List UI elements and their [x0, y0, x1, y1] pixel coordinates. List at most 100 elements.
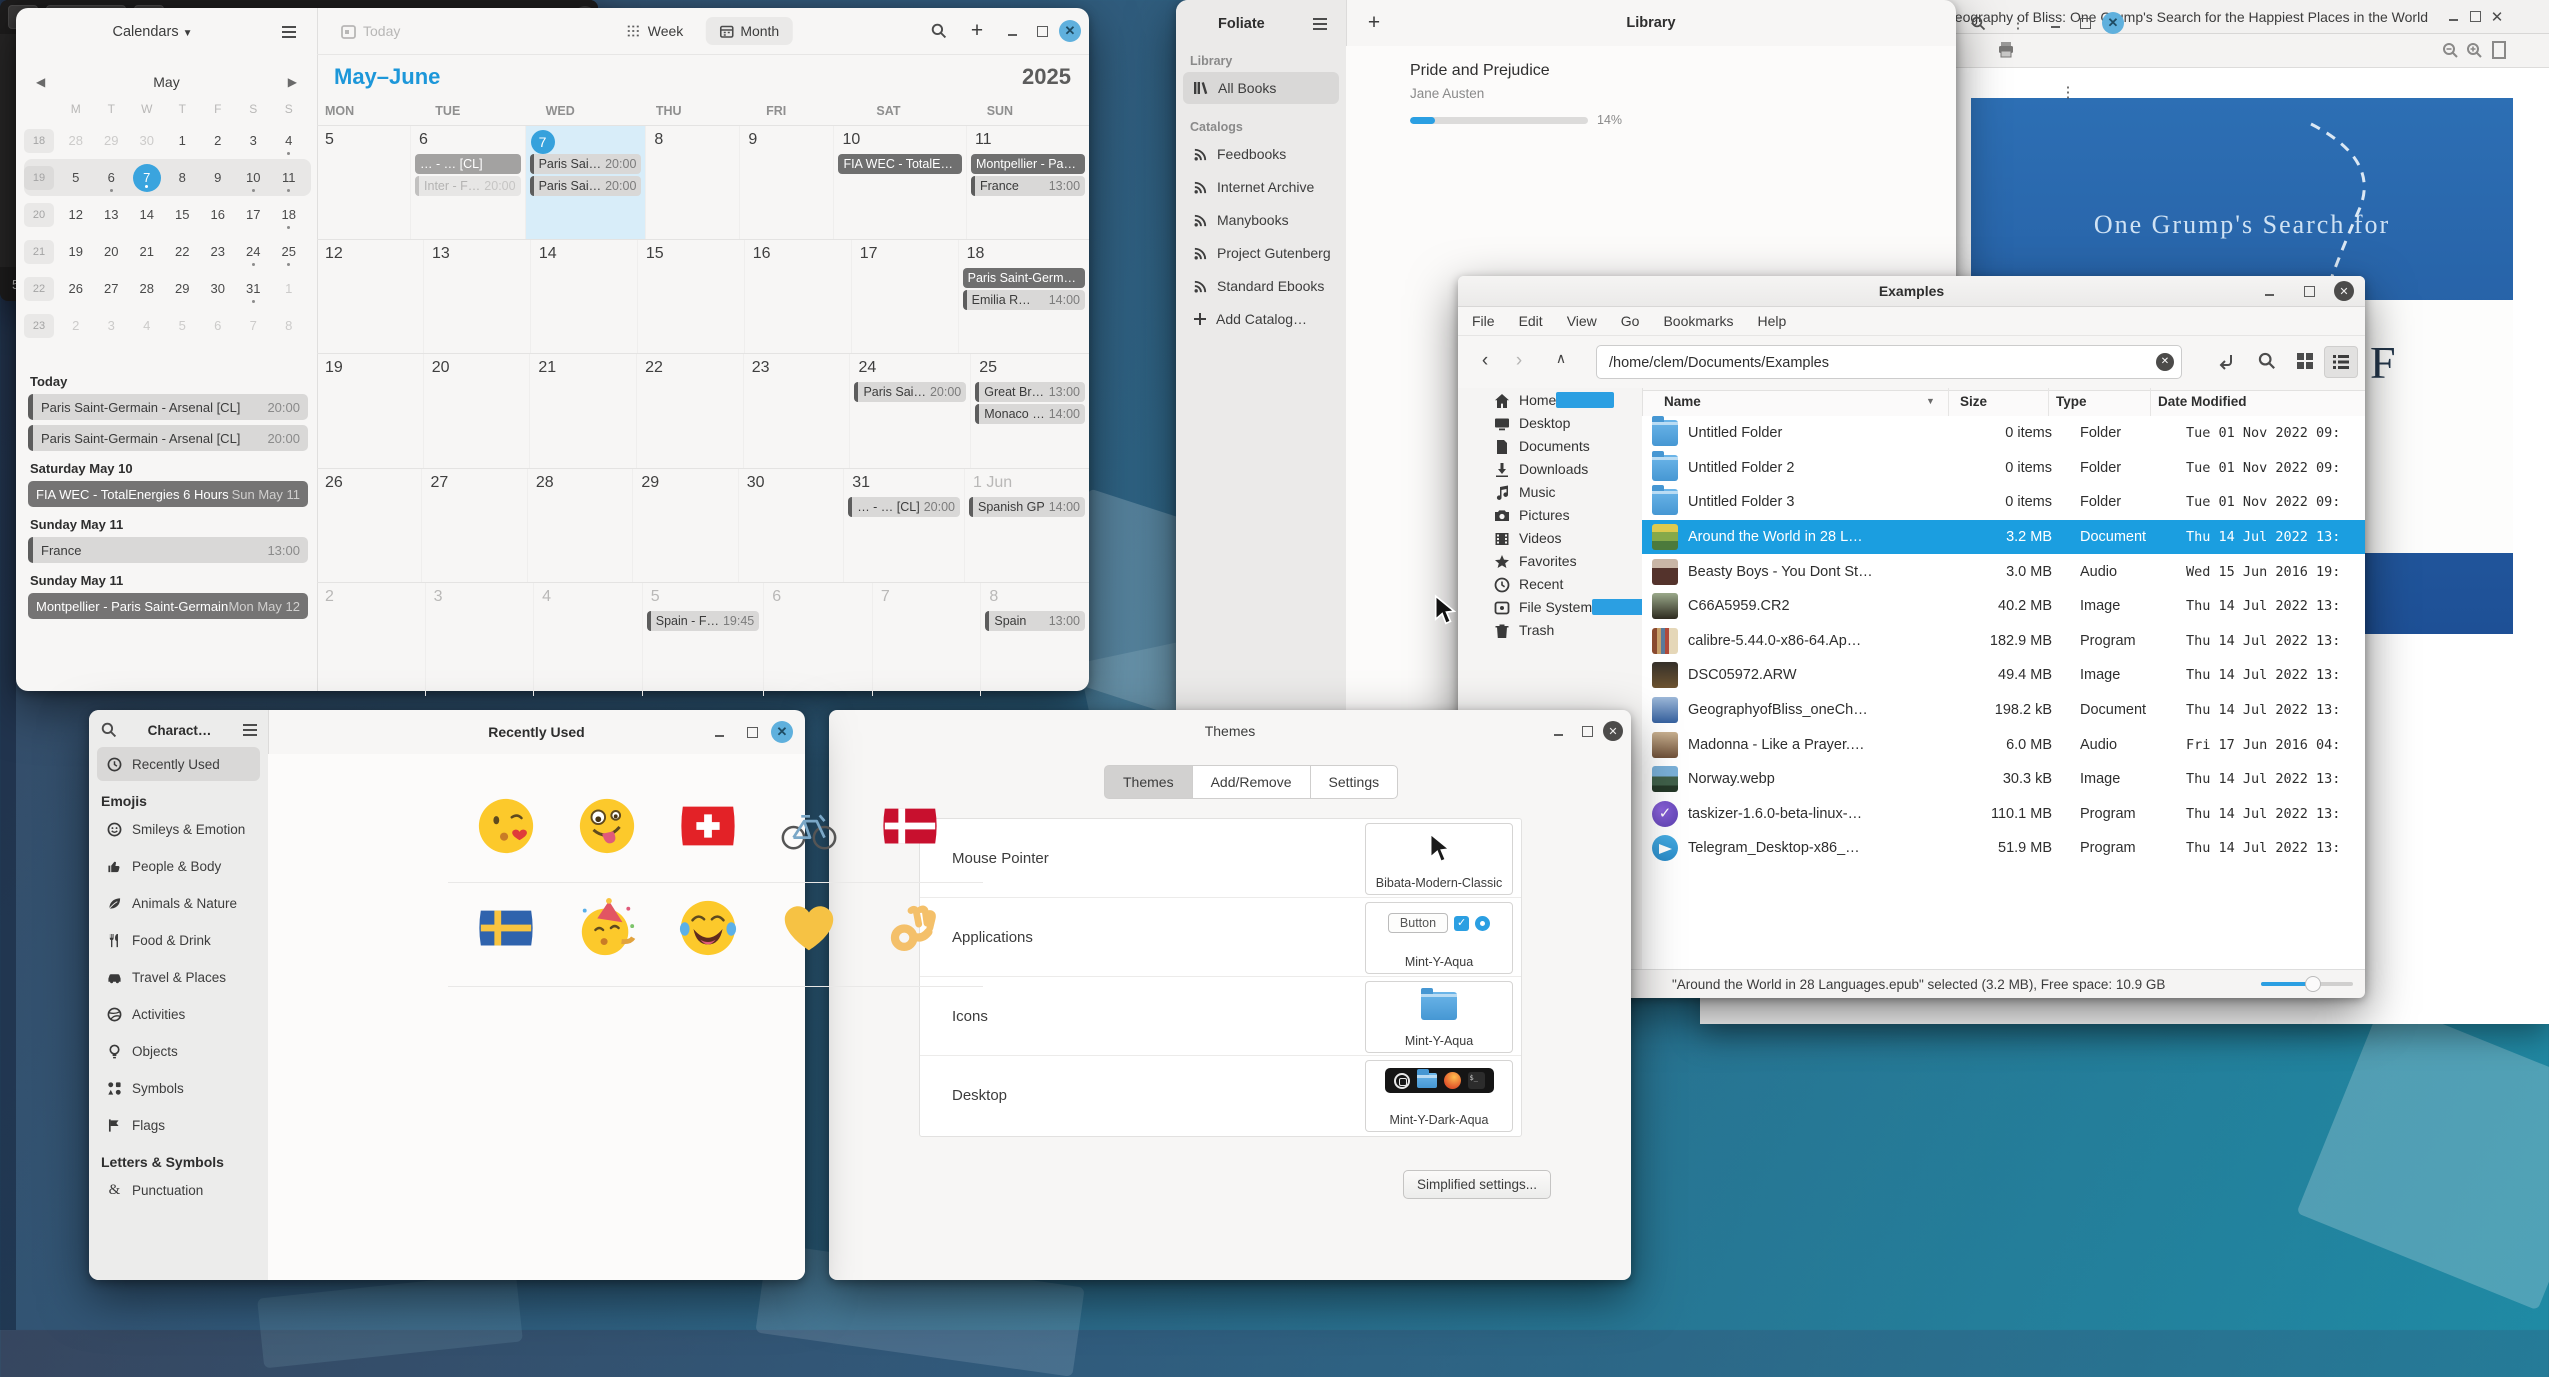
mini-day[interactable]: 6	[94, 159, 130, 196]
sidebar-item-travel[interactable]: Travel & Places	[97, 960, 260, 994]
calendar-day-cell[interactable]: 13	[424, 240, 531, 353]
mini-day[interactable]: 26	[58, 270, 94, 307]
menu-item[interactable]: Go	[1621, 313, 1640, 329]
search-icon[interactable]	[101, 722, 117, 738]
sidebar-item-food[interactable]: Food & Drink	[97, 923, 260, 957]
calendar-day-cell[interactable]: 8 Spain13:00	[981, 583, 1089, 696]
desktop-theme-button[interactable]: $_ Mint-Y-Dark-Aqua	[1365, 1060, 1513, 1132]
calendar-day-cell[interactable]: 12	[317, 240, 424, 353]
sidebar-item-all-books[interactable]: All Books	[1183, 72, 1339, 104]
mini-day[interactable]: 5	[165, 307, 201, 344]
calendar-day-cell[interactable]: 16	[745, 240, 852, 353]
sidebar-item-people[interactable]: People & Body	[97, 849, 260, 883]
mini-day[interactable]: 31	[236, 270, 272, 307]
calendar-day-cell[interactable]: 22	[637, 354, 744, 467]
new-event-button[interactable]: +	[963, 17, 991, 45]
foliate-maximize-button[interactable]	[2074, 12, 2096, 34]
icons-theme-button[interactable]: Mint-Y-Aqua	[1365, 981, 1513, 1053]
sidebar-item-objects[interactable]: Objects	[97, 1034, 260, 1068]
book-entry[interactable]: Pride and Prejudice Jane Austen 14%	[1410, 62, 1622, 127]
calendar-day-cell[interactable]: 5	[317, 126, 411, 239]
xreader-minimize-button[interactable]	[2442, 6, 2464, 28]
emoji-zany-face[interactable]	[565, 782, 649, 870]
file-row[interactable]: calibre-5.44.0-x86-64.Ap… 182.9 MB Progr…	[1642, 624, 2365, 659]
forward-button[interactable]: ›	[1504, 350, 1534, 372]
mini-day[interactable]: 7	[129, 159, 165, 196]
foliate-close-button[interactable]: ✕	[2102, 12, 2124, 34]
calendar-day-cell[interactable]: 3	[426, 583, 535, 696]
themes-titlebar[interactable]: Themes ✕	[829, 710, 1631, 752]
calendar-day-cell[interactable]: 11 Montpellier - Pa… France13:00	[967, 126, 1089, 239]
sidebar-item-home[interactable]: Home	[1458, 388, 1642, 411]
calendar-day-cell[interactable]: 21	[530, 354, 637, 467]
mini-day[interactable]: 30	[200, 270, 236, 307]
calendar-event[interactable]: France13:00	[971, 176, 1085, 196]
menu-item[interactable]: Help	[1758, 313, 1787, 329]
characters-headerbar[interactable]: Recently Used ✕	[268, 710, 805, 754]
mini-day[interactable]: 3	[236, 122, 272, 159]
file-row[interactable]: C66A5959.CR2 40.2 MB Image Thu 14 Jul 20…	[1642, 589, 2365, 624]
mini-day[interactable]: 18	[24, 129, 54, 153]
mini-day[interactable]: 9	[200, 159, 236, 196]
calendar-event[interactable]: FIA WEC - TotalE…	[838, 154, 962, 174]
mini-day[interactable]: 16	[200, 196, 236, 233]
sidebar-item-documents[interactable]: Documents	[1458, 434, 1642, 457]
mini-day[interactable]: 14	[129, 196, 165, 233]
calendar-event[interactable]: Paris Sai…20:00	[854, 382, 966, 402]
search-icon[interactable]	[2258, 352, 2276, 370]
sidebar-item-symbols[interactable]: Symbols	[97, 1071, 260, 1105]
sidebar-item-pictures[interactable]: Pictures	[1458, 503, 1642, 526]
emoji-flag-denmark[interactable]	[868, 782, 952, 870]
calendar-day-cell[interactable]: 6	[764, 583, 873, 696]
grid-view-icon[interactable]	[2296, 352, 2314, 370]
emoji-ok-hand[interactable]	[868, 884, 952, 972]
mini-day[interactable]: 21	[129, 233, 165, 270]
simplified-settings-button[interactable]: Simplified settings...	[1403, 1170, 1551, 1199]
agenda-event[interactable]: Paris Saint-Germain - Arsenal [CL]20:00	[28, 394, 308, 420]
file-row[interactable]: Untitled Folder 3 0 items Folder Tue 01 …	[1642, 485, 2365, 520]
characters-maximize-button[interactable]	[741, 721, 763, 743]
mini-day[interactable]: 27	[94, 270, 130, 307]
mini-day[interactable]: 19	[24, 166, 54, 190]
file-row[interactable]: Beasty Boys - You Dont St… 3.0 MB Audio …	[1642, 554, 2365, 589]
add-catalog-button[interactable]: Add Catalog…	[1183, 303, 1339, 335]
file-row[interactable]: Untitled Folder 2 0 items Folder Tue 01 …	[1642, 451, 2365, 486]
emoji-bicycle[interactable]	[767, 782, 851, 870]
mini-day[interactable]: 2	[58, 307, 94, 344]
applications-theme-button[interactable]: Button ✓ Mint-Y-Aqua	[1365, 902, 1513, 974]
emoji-flag-sweden[interactable]	[464, 884, 548, 972]
mini-day[interactable]: 8	[271, 307, 307, 344]
path-bar[interactable]: /home/clem/Documents/Examples	[1596, 345, 2182, 379]
calendar-day-cell[interactable]: 27	[422, 469, 527, 582]
mini-day[interactable]: 25	[271, 233, 307, 270]
calendar-event[interactable]: Paris Sai…20:00	[530, 176, 642, 196]
calendar-day-cell[interactable]: 18 Paris Saint-Germ… Emilia R…14:00	[959, 240, 1089, 353]
toggle-location-entry-icon[interactable]	[2216, 351, 2236, 371]
mini-day[interactable]: 8	[165, 159, 201, 196]
calendar-event[interactable]: Spanish GP14:00	[969, 497, 1085, 517]
zoom-slider[interactable]	[2261, 982, 2353, 986]
calendar-day-cell[interactable]: 28	[528, 469, 633, 582]
mini-day[interactable]: 29	[94, 122, 130, 159]
mini-day[interactable]: 12	[58, 196, 94, 233]
sidebar-item-flags[interactable]: Flags	[97, 1108, 260, 1142]
calendar-minimize-button[interactable]	[1001, 20, 1023, 42]
hamburger-menu-icon[interactable]	[1306, 10, 1334, 38]
characters-minimize-button[interactable]	[708, 721, 730, 743]
column-header-size[interactable]: Size	[1960, 394, 1987, 409]
zoom-in-icon[interactable]	[2466, 42, 2483, 59]
mini-day[interactable]: 4	[129, 307, 165, 344]
file-manager-titlebar[interactable]: Examples ✕	[1458, 276, 2365, 307]
themes-close-button[interactable]: ✕	[1603, 721, 1623, 741]
calendar-day-cell[interactable]: 15	[638, 240, 745, 353]
hamburger-menu-icon[interactable]	[275, 18, 303, 46]
week-view-button[interactable]: Week	[613, 17, 698, 45]
calendar-event[interactable]: Paris Saint-Germ…	[963, 268, 1085, 288]
agenda-event[interactable]: FIA WEC - TotalEnergies 6 Hours o…Sun Ma…	[28, 481, 308, 507]
emoji-face-blowing-a-kiss[interactable]	[464, 782, 548, 870]
mini-day[interactable]: 7	[236, 307, 272, 344]
calendar-day-cell[interactable]: 9	[740, 126, 834, 239]
mini-day[interactable]: 23	[24, 314, 54, 338]
calendar-day-cell[interactable]: 4	[534, 583, 643, 696]
calendar-day-cell[interactable]: 24 Paris Sai…20:00	[850, 354, 971, 467]
